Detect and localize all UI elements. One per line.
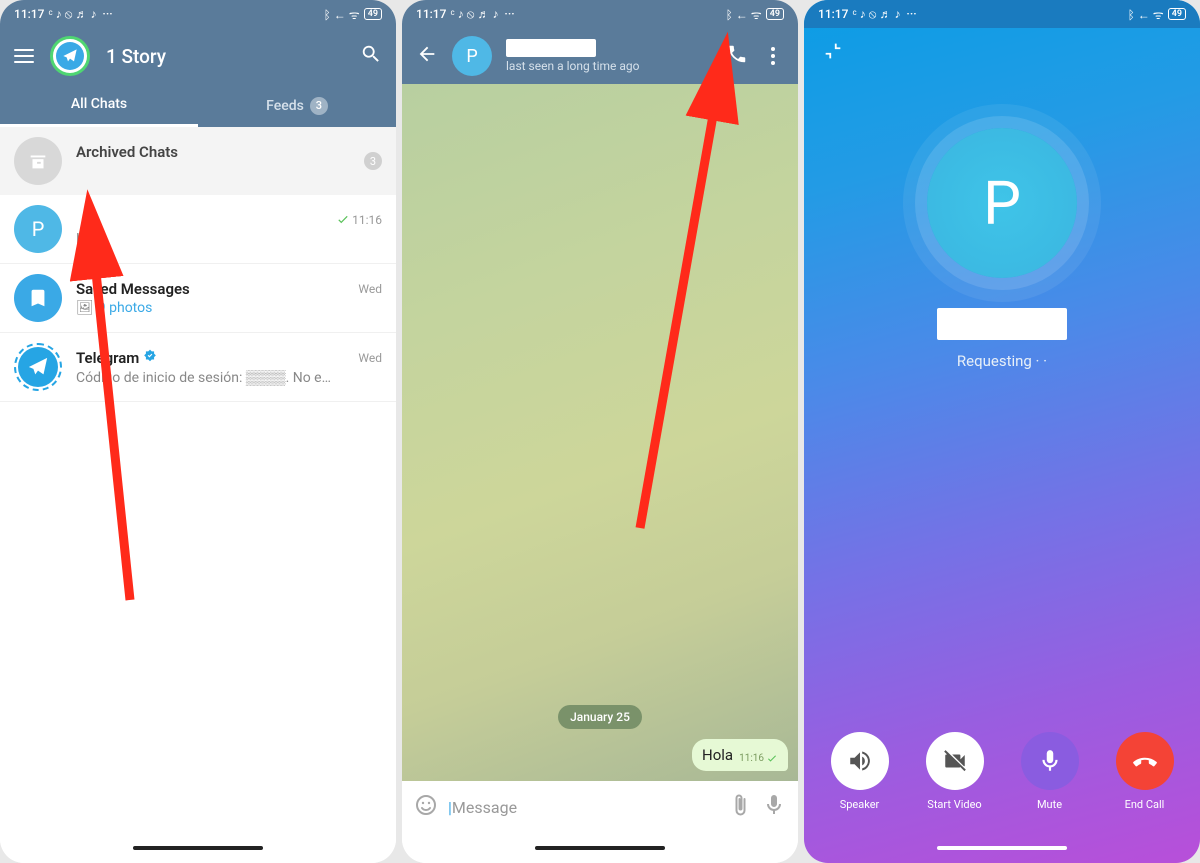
status-bar: 11:17 ᶜ ♪ ⦸ ♬ ♪ ··· ᛒ ← ᯤ 49	[0, 0, 396, 28]
call-status: Requesting · ·	[957, 352, 1047, 370]
archived-title: Archived Chats	[76, 143, 350, 161]
more-icon[interactable]	[762, 47, 784, 65]
chat-time: Wed	[358, 282, 382, 296]
mic-icon	[1037, 748, 1063, 774]
archive-icon	[14, 137, 62, 185]
message-input[interactable]: |Message	[448, 798, 718, 817]
verified-icon	[143, 349, 157, 367]
header-title: 1 Story	[106, 45, 344, 68]
contact-status: last seen a long time ago	[506, 59, 712, 73]
app-header: 1 Story	[0, 28, 396, 84]
contact-info[interactable]: last seen a long time ago	[506, 39, 712, 73]
chat-body[interactable]: January 25 Hola 11:16	[402, 84, 798, 781]
tab-all-chats[interactable]: All Chats	[0, 84, 198, 127]
archived-badge: 3	[364, 152, 382, 170]
screen-call: 11:17ᶜ ♪ ⦸ ♬ ♪ ··· ᛒ ← ᯤ49 P Requesting …	[804, 0, 1200, 863]
call-button-row: Speaker Start Video Mute End Call	[804, 732, 1200, 833]
delivered-icon	[766, 752, 778, 764]
feeds-badge: 3	[310, 97, 328, 115]
message-input-bar: |Message	[402, 781, 798, 833]
search-icon[interactable]	[360, 43, 382, 69]
emoji-icon[interactable]	[414, 793, 438, 821]
minimize-icon[interactable]	[822, 40, 844, 66]
contact-avatar[interactable]: P	[452, 36, 492, 76]
attach-icon[interactable]	[728, 793, 752, 821]
message-bubble[interactable]: Hola 11:16	[692, 739, 788, 771]
chat-time: 11:16	[336, 212, 382, 229]
dnd-icon: ᶜ ♪ ⦸ ♬ ♪ ···	[48, 7, 112, 22]
chat-message: Hola	[76, 231, 382, 247]
end-call-icon	[1132, 748, 1158, 774]
call-content: P Requesting · ·	[804, 28, 1200, 732]
telegram-icon	[62, 48, 78, 64]
back-icon[interactable]	[416, 43, 438, 69]
chat-message: 🖼9 photos	[76, 300, 382, 316]
telegram-icon	[27, 356, 49, 378]
tabs-row: All Chats Feeds3	[0, 84, 396, 127]
video-off-icon	[942, 748, 968, 774]
video-button[interactable]: Start Video	[907, 732, 1002, 811]
call-contact-name	[937, 308, 1067, 340]
status-bar: 11:17ᶜ ♪ ⦸ ♬ ♪ ··· ᛒ ← ᯤ49	[804, 0, 1200, 28]
bt-icon: ᛒ ← ᯤ	[324, 6, 360, 23]
contact-name	[506, 39, 596, 57]
chat-row-saved[interactable]: Saved Messages Wed 🖼9 photos	[0, 264, 396, 333]
chat-name: Saved Messages	[76, 280, 190, 298]
chat-header: P last seen a long time ago	[402, 28, 798, 84]
story-ring[interactable]	[50, 36, 90, 76]
screen-chat-list: 11:17 ᶜ ♪ ⦸ ♬ ♪ ··· ᛒ ← ᯤ 49 1 Story All…	[0, 0, 396, 863]
android-navbar[interactable]	[804, 833, 1200, 863]
chat-name: Telegram	[76, 349, 157, 367]
status-time: 11:17	[14, 7, 44, 21]
bubble-time: 11:16	[739, 752, 778, 764]
android-navbar[interactable]	[402, 833, 798, 863]
chat-name	[76, 211, 80, 229]
status-bar: 11:17ᶜ ♪ ⦸ ♬ ♪ ··· ᛒ ← ᯤ49	[402, 0, 798, 28]
chat-row-telegram[interactable]: Telegram Wed Código de inicio de sesión:…	[0, 333, 396, 402]
chat-row-p[interactable]: P 11:16 Hola	[0, 195, 396, 264]
bubble-text: Hola	[702, 746, 733, 764]
hamburger-icon[interactable]	[14, 49, 34, 63]
chat-time: Wed	[358, 351, 382, 365]
call-icon[interactable]	[726, 43, 748, 69]
speaker-icon	[847, 748, 873, 774]
avatar	[14, 343, 62, 391]
avatar: P	[14, 205, 62, 253]
mic-icon[interactable]	[762, 793, 786, 821]
avatar	[14, 274, 62, 322]
archived-chats-row[interactable]: Archived Chats 3	[0, 127, 396, 195]
speaker-button[interactable]: Speaker	[812, 732, 907, 811]
check-icon	[336, 212, 350, 229]
tab-feeds[interactable]: Feeds3	[198, 84, 396, 127]
battery-level: 49	[364, 8, 382, 20]
screen-chat: 11:17ᶜ ♪ ⦸ ♬ ♪ ··· ᛒ ← ᯤ49 P last seen a…	[402, 0, 798, 863]
mute-button[interactable]: Mute	[1002, 732, 1097, 811]
call-avatar: P	[927, 128, 1077, 278]
android-navbar[interactable]	[0, 833, 396, 863]
end-call-button[interactable]: End Call	[1097, 732, 1192, 811]
chat-message: Código de inicio de sesión: ▒▒▒▒. No e…	[76, 369, 382, 386]
bookmark-icon	[27, 287, 49, 309]
date-pill: January 25	[558, 705, 642, 729]
chat-list: Archived Chats 3 P 11:16 Hola Saved Mess…	[0, 127, 396, 833]
